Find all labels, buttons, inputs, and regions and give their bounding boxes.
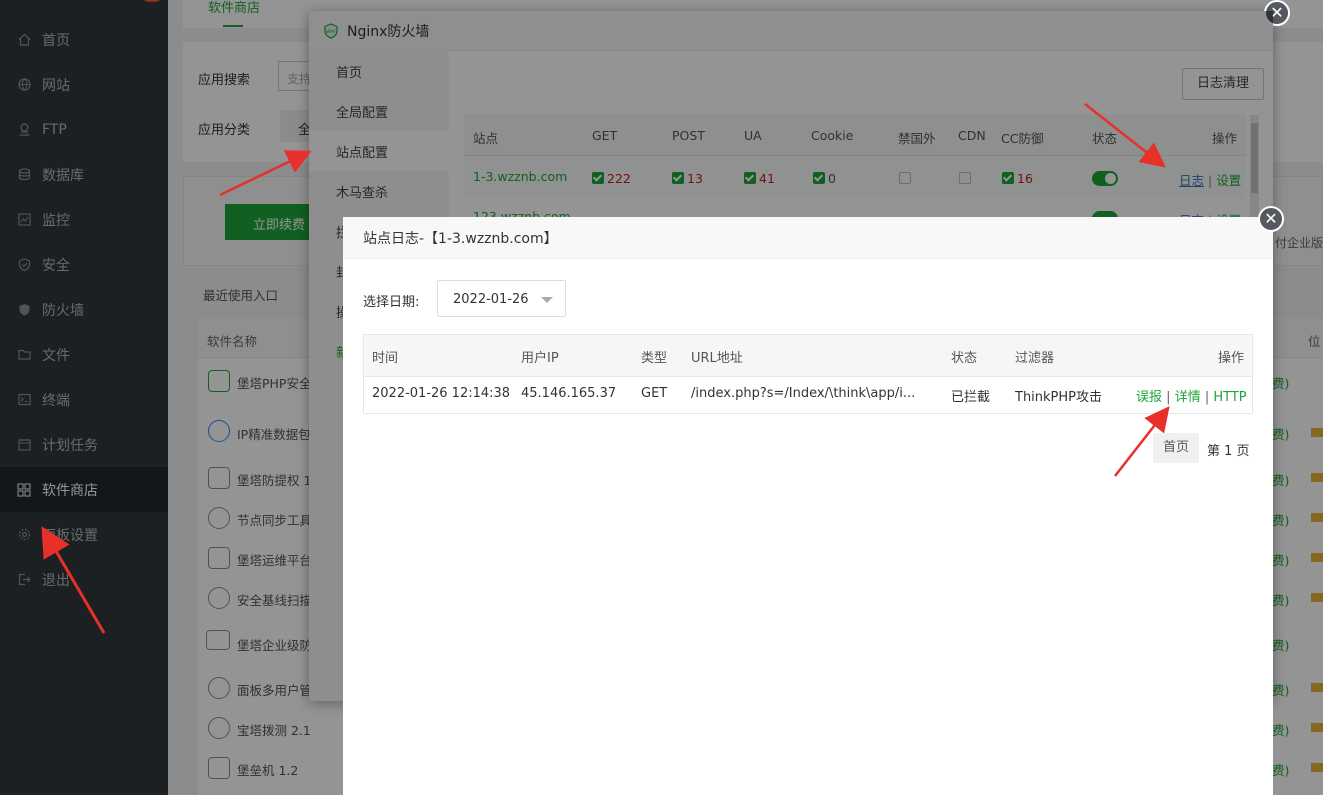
arrow-to-details-link: [1114, 406, 1170, 477]
annotation-arrows: [41, 103, 1170, 634]
arrow-to-settings: [41, 526, 106, 634]
arrow-to-log-link: [1084, 103, 1166, 168]
arrow-to-site-config: [219, 150, 312, 197]
